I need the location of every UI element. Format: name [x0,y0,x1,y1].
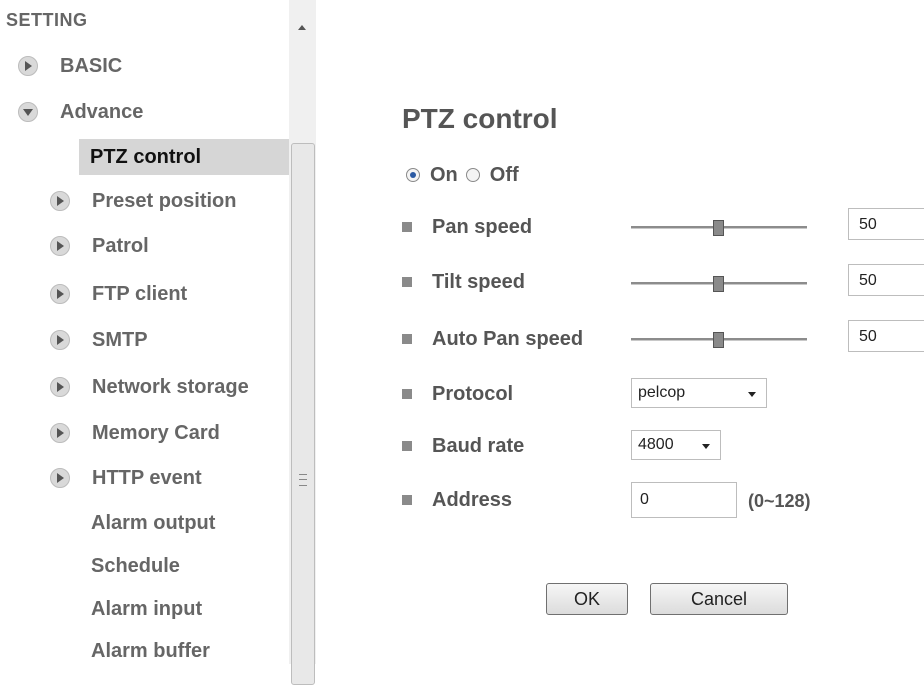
square-bullet-icon [402,495,412,505]
cancel-button[interactable]: Cancel [650,583,788,615]
protocol-select[interactable]: pelcop [631,378,767,408]
chevron-right-circle-icon [50,330,70,350]
sidebar-item-label: FTP client [92,282,188,305]
chevron-right-circle-icon [50,236,70,256]
scroll-up-arrow-icon[interactable] [289,0,316,40]
mode-radio-group: On Off [406,163,519,187]
tilt-speed-input[interactable]: 50 [848,264,924,296]
sidebar-item-label: HTTP event [92,466,202,489]
chevron-right-circle-icon [50,423,70,443]
square-bullet-icon [402,389,412,399]
sidebar-item-label: Advance [60,100,144,123]
address-label: Address [432,488,513,511]
sidebar-item-label: SMTP [92,328,148,351]
sidebar-item-label: Schedule [91,554,180,577]
chevron-down-icon [748,392,756,397]
sidebar-item-advance[interactable]: Advance [18,94,143,130]
radio-off[interactable] [465,168,480,182]
auto-pan-speed-input[interactable]: 50 [848,320,924,352]
protocol-selected-value: pelcop [638,384,686,401]
baud-rate-select[interactable]: 4800 [631,430,721,460]
sidebar-item-label: Alarm input [91,597,203,620]
square-bullet-icon [402,441,412,451]
tilt-speed-label: Tilt speed [432,270,525,293]
radio-on-label: On [430,163,458,186]
sidebar-scrollbar[interactable] [289,0,316,685]
page-title: PTZ control [402,103,558,134]
chevron-right-circle-icon [50,191,70,211]
protocol-row: Protocol [402,379,513,409]
baud-rate-selected-value: 4800 [638,436,674,453]
sidebar-item-label: Memory Card [92,421,220,444]
sidebar-item-label: BASIC [60,54,123,77]
sidebar-item-label: Alarm output [91,511,216,534]
chevron-right-circle-icon [50,377,70,397]
chevron-down-icon [702,444,710,449]
auto-pan-speed-slider[interactable] [631,331,807,348]
pan-speed-input[interactable]: 50 [848,208,924,240]
scrollbar-thumb[interactable] [291,143,315,685]
pan-speed-label: Pan speed [432,215,533,238]
chevron-right-circle-icon [50,468,70,488]
address-input[interactable]: 0 [631,482,737,518]
address-row: Address [402,485,512,515]
square-bullet-icon [402,277,412,287]
chevron-right-circle-icon [50,284,70,304]
settings-sidebar: SETTING BASIC Advance PTZ control Preset… [0,0,316,685]
chevron-right-circle-icon [18,56,38,76]
grip-lines-icon [299,474,307,486]
sidebar-item-patrol[interactable]: Patrol [50,228,149,264]
sidebar-item-label: Network storage [92,375,249,398]
square-bullet-icon [402,334,412,344]
sidebar-section-title: SETTING [6,10,88,30]
sidebar-item-label: Alarm buffer [91,639,210,662]
pan-speed-row: Pan speed [402,212,532,242]
ok-button[interactable]: OK [546,583,628,615]
auto-pan-speed-label: Auto Pan speed [432,327,584,350]
sidebar-item-label: Patrol [92,234,149,257]
sidebar-item-schedule[interactable]: Schedule [91,548,180,584]
radio-on[interactable] [406,168,420,182]
sidebar-item-memory-card[interactable]: Memory Card [50,415,220,451]
sidebar-item-label: PTZ control [90,145,202,168]
chevron-down-circle-icon [18,102,38,122]
sidebar-item-ftp-client[interactable]: FTP client [50,276,187,312]
auto-pan-speed-row: Auto Pan speed [402,324,583,354]
slider-thumb[interactable] [713,220,724,236]
tilt-speed-slider[interactable] [631,275,807,292]
radio-off-label: Off [489,163,519,186]
baud-rate-label: Baud rate [432,434,525,457]
slider-thumb[interactable] [713,276,724,292]
sidebar-item-ptz-control[interactable]: PTZ control [79,139,289,175]
square-bullet-icon [402,222,412,232]
sidebar-item-basic[interactable]: BASIC [18,48,122,84]
sidebar-item-alarm-output[interactable]: Alarm output [91,505,215,541]
slider-thumb[interactable] [713,332,724,348]
sidebar-item-alarm-input[interactable]: Alarm input [91,591,202,627]
protocol-label: Protocol [432,382,514,405]
sidebar-item-smtp[interactable]: SMTP [50,322,148,358]
tilt-speed-row: Tilt speed [402,267,525,297]
address-range-hint: (0~128) [748,491,811,511]
pan-speed-slider[interactable] [631,219,807,236]
ptz-control-panel: PTZ control On Off Pan speed 50 Tilt spe… [330,0,924,664]
sidebar-item-network-storage[interactable]: Network storage [50,369,249,405]
sidebar-item-label: Preset position [92,189,237,212]
baud-rate-row: Baud rate [402,431,524,461]
sidebar-item-http-event[interactable]: HTTP event [50,460,202,496]
sidebar-item-preset-position[interactable]: Preset position [50,183,236,219]
